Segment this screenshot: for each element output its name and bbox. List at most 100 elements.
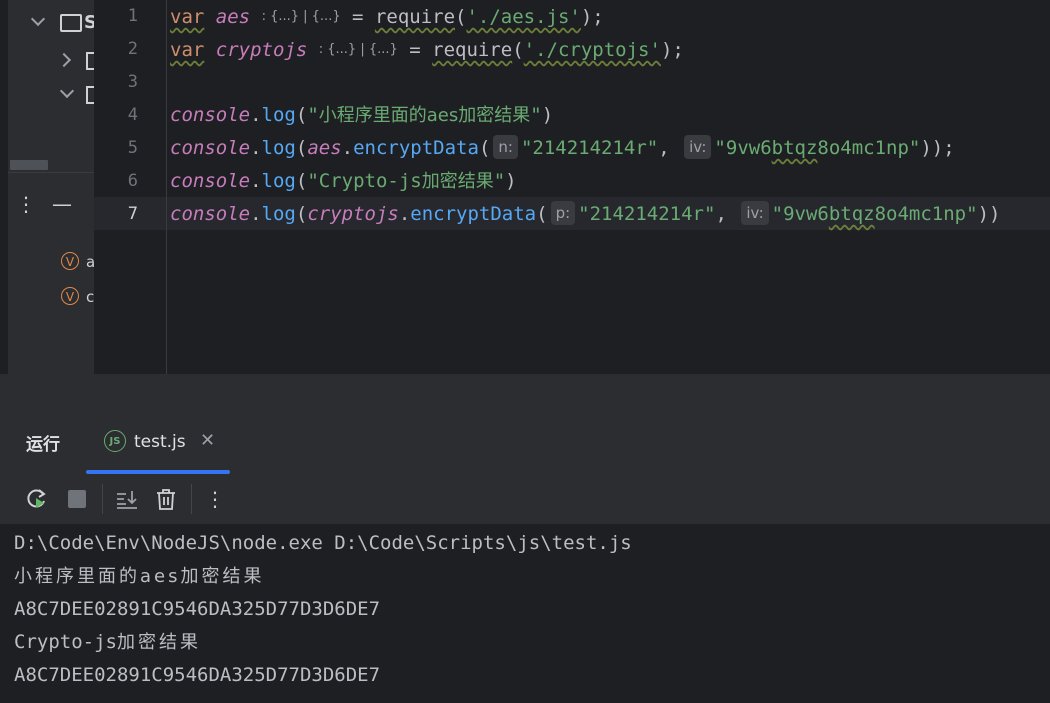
- folder-icon: [60, 14, 82, 32]
- code-line-1[interactable]: var aes : {...} | {...} = require('./aes…: [170, 0, 604, 33]
- horizontal-scrollbar[interactable]: [10, 160, 48, 170]
- paren: (: [295, 137, 308, 159]
- dot: .: [341, 137, 354, 159]
- console-output[interactable]: D:\Code\Env\NodeJS\node.exe D:\Code\Scri…: [0, 524, 1050, 703]
- string-literal: 小程序里面的aes加密结果: [318, 105, 531, 126]
- module-folder-icon: [86, 86, 94, 104]
- console-text-cn: 加密结果: [116, 632, 201, 653]
- project-panel: S ⋮ — V a V c: [0, 0, 94, 410]
- console-text: Crypto-js: [14, 631, 117, 653]
- rerun-icon[interactable]: [24, 486, 50, 512]
- string-literal: "214214214r": [578, 203, 716, 225]
- code-line-6[interactable]: console.log("Crypto-js加密结果"): [170, 165, 517, 198]
- project-root-label[interactable]: S: [84, 12, 94, 33]
- variable-icon: V: [61, 287, 79, 305]
- stop-icon[interactable]: [64, 486, 90, 512]
- string-literal: "Crypto-js: [307, 170, 422, 192]
- more-options-icon[interactable]: ⋮: [16, 194, 36, 214]
- scroll-to-end-icon[interactable]: [114, 486, 140, 512]
- string-quote: ": [493, 170, 506, 192]
- keyword: var: [170, 39, 205, 61]
- string-quote: ": [530, 104, 542, 126]
- code-line-2[interactable]: var cryptojs : {...} | {...} = require('…: [170, 33, 684, 66]
- string-quote: ": [714, 137, 726, 159]
- comma: ,: [658, 137, 670, 159]
- line-number: 3: [127, 72, 138, 92]
- tab-label: test.js: [134, 432, 186, 452]
- line-number: 1: [127, 6, 138, 26]
- line-number: 5: [127, 138, 138, 158]
- run-window-title: 运行: [26, 435, 60, 455]
- object-name: cryptojs: [307, 203, 399, 225]
- variable-name: aes: [215, 6, 251, 28]
- object-name: console: [170, 203, 251, 225]
- string-part: 9vw6: [783, 203, 829, 225]
- parameter-hint: p:: [550, 201, 576, 225]
- panel-edge: [0, 0, 8, 410]
- paren: ): [541, 104, 554, 126]
- variable-name: cryptojs: [215, 39, 308, 61]
- method-name: log: [261, 137, 296, 159]
- dot: .: [250, 203, 262, 225]
- method-name: log: [261, 170, 296, 192]
- parameter-hint: iv:: [741, 201, 769, 225]
- method-name: encryptData: [353, 137, 479, 159]
- code-line-7[interactable]: console.log(cryptojs.encryptData(p: "2142…: [170, 198, 1000, 231]
- paren: );: [580, 6, 604, 28]
- string-part-typo: btqz: [828, 203, 875, 225]
- assign-op: =: [340, 6, 375, 28]
- parameter-hint: iv:: [684, 135, 712, 159]
- string-part: 8o4mc1np": [874, 203, 978, 225]
- chevron-down-icon[interactable]: [59, 83, 75, 99]
- method-name: encryptData: [410, 203, 537, 225]
- dot: .: [250, 137, 262, 159]
- type-hint-fold[interactable]: : {...} | {...}: [262, 0, 341, 33]
- object-name: console: [170, 137, 251, 159]
- structure-item-label[interactable]: c: [86, 288, 94, 306]
- toolbar-separator: [102, 484, 103, 514]
- chevron-right-icon[interactable]: [56, 52, 72, 68]
- trash-icon[interactable]: [153, 486, 179, 512]
- function-name: require: [374, 6, 456, 28]
- tab-test-js[interactable]: JS test.js ✕: [86, 410, 230, 474]
- object-name: console: [170, 170, 251, 192]
- console-line: Crypto-js加密结果: [14, 626, 201, 659]
- object-name: console: [170, 104, 251, 126]
- module-folder-icon: [86, 52, 94, 70]
- string-part-typo: btqz: [771, 137, 818, 159]
- paren: );: [660, 39, 684, 61]
- paren: (: [536, 203, 548, 225]
- paren: ): [505, 170, 517, 192]
- type-hint-fold[interactable]: : {...} | {...}: [319, 33, 398, 66]
- editor-bottom-area: [0, 374, 1050, 410]
- structure-item-label[interactable]: a: [86, 253, 94, 271]
- minimize-icon[interactable]: —: [52, 194, 72, 214]
- line-number: 4: [127, 105, 138, 125]
- parameter-hint: n:: [493, 135, 518, 159]
- more-options-icon[interactable]: ⋮: [202, 486, 228, 512]
- line-number: 6: [127, 171, 138, 191]
- console-line: A8C7DEE02891C9546DA325D77D3D6DE7: [14, 598, 381, 620]
- string-literal-cn: 加密结果: [421, 171, 494, 192]
- assign-op: =: [397, 39, 433, 61]
- paren: (: [295, 170, 308, 192]
- run-toolbar: ⋮: [0, 474, 1050, 524]
- string-part: 9vw6: [725, 137, 772, 159]
- line-number: 2: [127, 39, 138, 59]
- code-line-5[interactable]: console.log(aes.encryptData(n: "214214214…: [170, 132, 955, 165]
- method-name: log: [261, 104, 296, 126]
- paren: (: [512, 39, 524, 61]
- line-number-current: 7: [127, 204, 138, 224]
- paren: (: [295, 203, 308, 225]
- chevron-down-icon[interactable]: [30, 11, 46, 27]
- paren: (: [295, 104, 308, 126]
- string-quote: ": [307, 104, 319, 126]
- close-icon[interactable]: ✕: [200, 430, 215, 451]
- string-part: 8o4mc1np": [817, 137, 921, 159]
- panel-divider: [8, 172, 94, 173]
- dot: .: [250, 104, 262, 126]
- code-editor[interactable]: 1 2 3 4 5 6 7 var aes : {...} | {...} = …: [94, 0, 1050, 374]
- dot: .: [398, 203, 411, 225]
- code-line-4[interactable]: console.log("小程序里面的aes加密结果"): [170, 99, 553, 132]
- string-quote: ": [771, 203, 784, 225]
